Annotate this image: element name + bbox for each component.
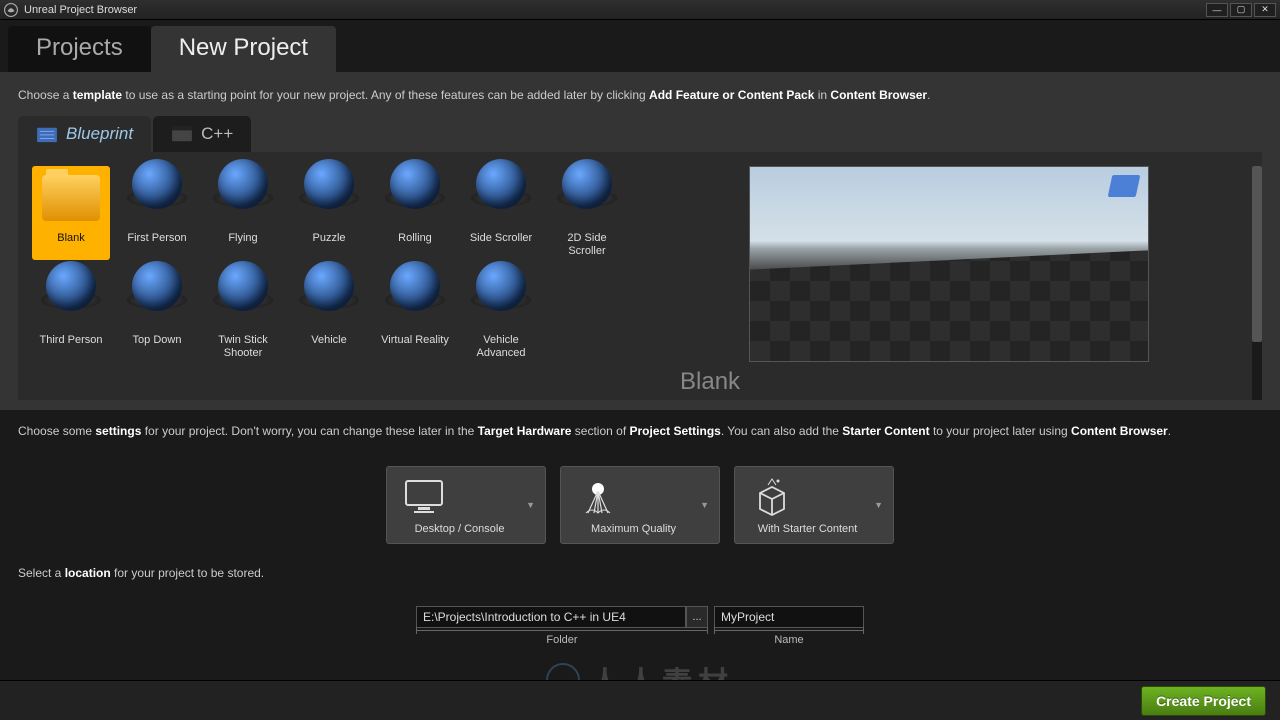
maximize-button[interactable]: ▢ — [1230, 3, 1252, 17]
setting-starter-content[interactable]: With Starter Content ▼ — [734, 466, 894, 544]
close-button[interactable]: ✕ — [1254, 3, 1276, 17]
template-icon — [35, 168, 107, 228]
template-icon — [121, 270, 193, 330]
template-puzzle[interactable]: Puzzle — [290, 166, 368, 260]
template-icon — [207, 168, 279, 228]
template-vehicle-advanced[interactable]: Vehicle Advanced — [462, 268, 540, 362]
template-icon — [379, 270, 451, 330]
folder-input[interactable] — [416, 606, 686, 628]
template-label: Twin Stick Shooter — [206, 334, 280, 360]
cpp-icon — [171, 125, 193, 143]
chevron-down-icon: ▼ — [696, 500, 713, 510]
folder-group: ... Folder — [416, 606, 708, 646]
template-2d-side-scroller[interactable]: 2D Side Scroller — [548, 166, 626, 260]
template-icon — [293, 168, 365, 228]
setting-quality[interactable]: Maximum Quality ▼ — [560, 466, 720, 544]
template-label: Vehicle Advanced — [464, 334, 538, 360]
main-tabs: Projects New Project — [0, 20, 1280, 72]
template-icon — [293, 270, 365, 330]
name-group: Name — [714, 606, 864, 646]
tab-new-project[interactable]: New Project — [151, 26, 336, 72]
template-blank[interactable]: Blank — [32, 166, 110, 260]
template-label: Flying — [228, 232, 257, 258]
browse-button[interactable]: ... — [686, 606, 708, 628]
blueprint-badge-icon — [1108, 175, 1141, 197]
minimize-button[interactable]: — — [1206, 3, 1228, 17]
settings-description: Choose some settings for your project. D… — [18, 422, 1262, 440]
window-title: Unreal Project Browser — [24, 4, 1206, 16]
template-icon — [35, 270, 107, 330]
template-top-down[interactable]: Top Down — [118, 268, 196, 362]
template-virtual-reality[interactable]: Virtual Reality — [376, 268, 454, 362]
template-type-tabs: Blueprint C++ — [18, 116, 1262, 152]
chevron-down-icon: ▼ — [522, 500, 539, 510]
template-label: Third Person — [40, 334, 103, 360]
template-label: Virtual Reality — [381, 334, 449, 360]
location-description: Select a location for your project to be… — [18, 564, 1262, 582]
template-label: Rolling — [398, 232, 432, 258]
template-icon — [465, 270, 537, 330]
templates-area: Blank First Person Flying Puzzle Rolling Side… — [18, 152, 1262, 400]
quality-icon — [571, 475, 625, 519]
template-icon — [207, 270, 279, 330]
titlebar: Unreal Project Browser — ▢ ✕ — [0, 0, 1280, 20]
template-rolling[interactable]: Rolling — [376, 166, 454, 260]
setting-target-hardware[interactable]: Desktop / Console ▼ — [386, 466, 546, 544]
create-project-button[interactable]: Create Project — [1141, 686, 1266, 716]
name-label: Name — [774, 634, 803, 646]
monitor-icon — [397, 475, 451, 519]
new-project-panel: Choose a template to use as a starting p… — [0, 72, 1280, 410]
template-label: Puzzle — [312, 232, 345, 258]
name-input[interactable] — [714, 606, 864, 628]
tab-projects[interactable]: Projects — [8, 26, 151, 72]
settings-row: Desktop / Console ▼ Maximum Quality ▼ Wi… — [18, 452, 1262, 558]
template-icon — [379, 168, 451, 228]
template-label: Blank — [57, 232, 85, 258]
tab-cpp[interactable]: C++ — [153, 116, 251, 152]
template-label: Vehicle — [311, 334, 346, 360]
chevron-down-icon: ▼ — [870, 500, 887, 510]
template-flying[interactable]: Flying — [204, 166, 282, 260]
template-description: Choose a template to use as a starting p… — [18, 86, 1262, 104]
template-third-person[interactable]: Third Person — [32, 268, 110, 362]
template-side-scroller[interactable]: Side Scroller — [462, 166, 540, 260]
template-label: 2D Side Scroller — [550, 232, 624, 258]
footer: Create Project — [0, 680, 1280, 720]
template-label: Side Scroller — [470, 232, 532, 258]
template-twin-stick-shooter[interactable]: Twin Stick Shooter — [204, 268, 282, 362]
template-icon — [465, 168, 537, 228]
template-vehicle[interactable]: Vehicle — [290, 268, 368, 362]
template-preview: Blank — [656, 166, 1262, 400]
template-label: Top Down — [133, 334, 182, 360]
path-row: ... Folder Name — [18, 594, 1262, 646]
template-icon — [551, 168, 623, 228]
blueprint-icon — [36, 125, 58, 143]
tab-blueprint[interactable]: Blueprint — [18, 116, 151, 152]
template-grid: Blank First Person Flying Puzzle Rolling Side… — [32, 166, 642, 400]
unreal-logo-icon — [4, 3, 18, 17]
folder-label: Folder — [546, 634, 577, 646]
preview-scrollbar[interactable] — [1252, 166, 1262, 400]
box-icon — [745, 475, 799, 519]
preview-label: Blank — [680, 368, 1242, 396]
template-icon — [121, 168, 193, 228]
template-first-person[interactable]: First Person — [118, 166, 196, 260]
template-label: First Person — [127, 232, 186, 258]
preview-image — [749, 166, 1149, 362]
